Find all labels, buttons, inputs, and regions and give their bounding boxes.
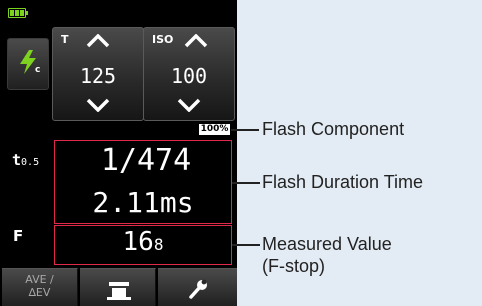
duration-label-letter: t: [12, 151, 22, 169]
callout-flash-component: Flash Component: [262, 119, 405, 139]
mode-sub-label: c: [35, 65, 41, 75]
iso-value: 100: [170, 64, 208, 88]
leader-flash-component: [231, 129, 259, 131]
duration-label-sub: 0.5: [21, 157, 40, 168]
callout-flash-duration-time: Flash Duration Time: [262, 172, 424, 192]
battery-segment: [19, 9, 20, 17]
meter-icon: [107, 282, 131, 300]
f-stop-value: 168: [54, 227, 232, 257]
battery-icon: [8, 8, 28, 18]
duration-label: t0.5: [12, 150, 39, 169]
chevron-up-icon[interactable]: [86, 34, 110, 48]
ave-ev-label: AVE / ∆EV: [25, 273, 54, 299]
measuring-mode-button[interactable]: c: [7, 38, 49, 90]
leader-measured-value: [232, 244, 260, 246]
f-stop-tenth: 8: [153, 235, 164, 254]
f-stop-main: 16: [122, 227, 154, 257]
chevron-down-icon[interactable]: [177, 98, 201, 112]
meter-screen: c T 125 ISO 100 100% t0.5 1/474 2.11ms F…: [0, 0, 237, 306]
duration-fraction: 1/474: [100, 143, 192, 178]
flash-percent-badge: 100%: [199, 124, 230, 135]
battery-segment: [14, 9, 15, 17]
shutter-speed-tile[interactable]: T 125: [52, 27, 144, 121]
battery-fill: [10, 10, 24, 16]
duration-ms: 2.11ms: [92, 186, 194, 219]
iso-label: ISO: [152, 33, 174, 46]
f-stop-label: F: [13, 227, 24, 245]
leader-flash-duration: [232, 182, 260, 184]
iso-tile[interactable]: ISO 100: [143, 27, 235, 121]
chevron-down-icon[interactable]: [86, 98, 110, 112]
chevron-up-icon[interactable]: [184, 34, 208, 48]
shutter-value: 125: [79, 64, 117, 88]
wrench-icon: [189, 279, 207, 299]
meter-button[interactable]: [80, 268, 156, 306]
shutter-label: T: [61, 33, 69, 46]
ave-ev-button[interactable]: AVE / ∆EV: [2, 268, 78, 306]
callout-measured-value: Measured Value (F-stop): [262, 234, 392, 276]
settings-button[interactable]: [158, 268, 237, 306]
